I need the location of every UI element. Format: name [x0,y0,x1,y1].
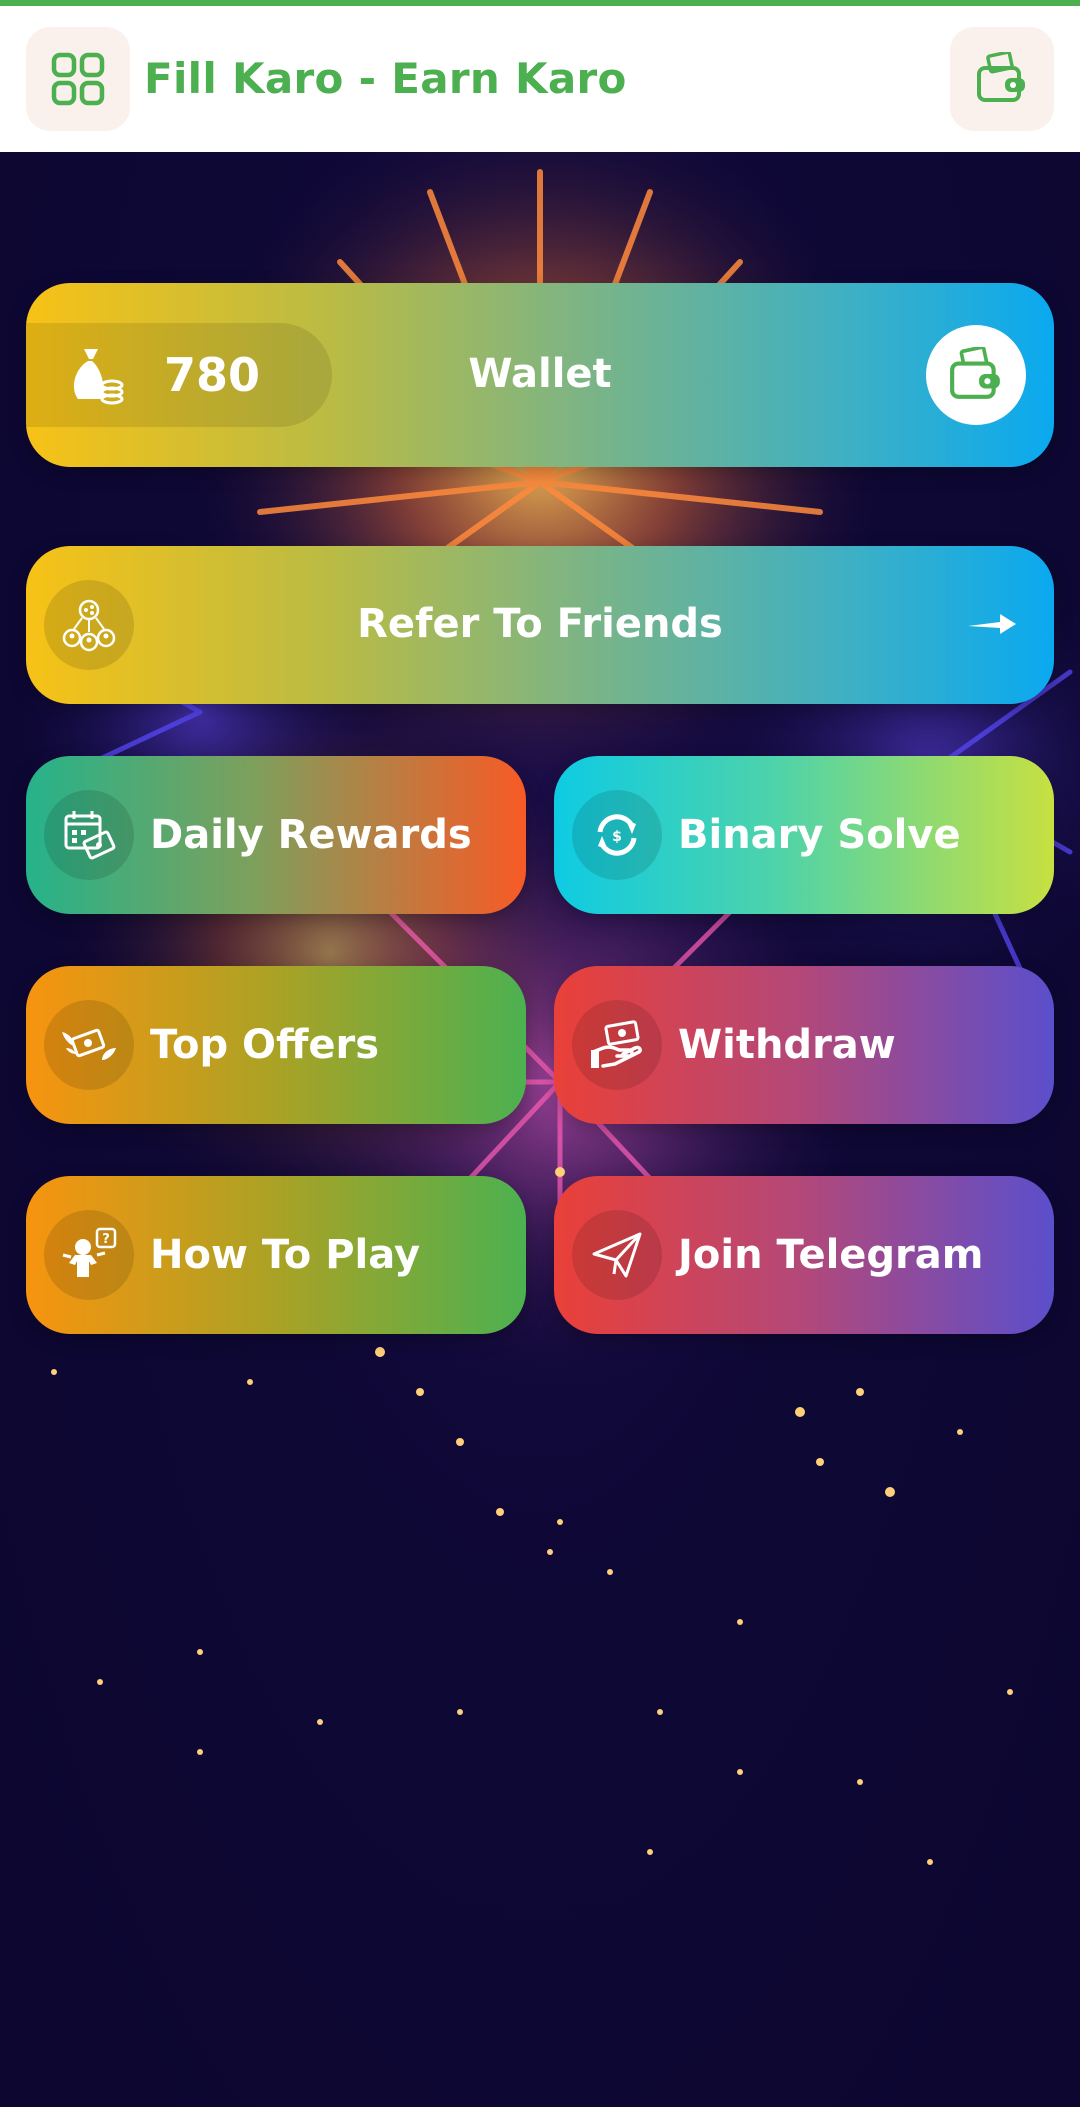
withdraw-label: Withdraw [678,1022,896,1068]
calendar-money-icon [64,811,116,860]
withdraw-tile[interactable]: Withdraw [554,966,1054,1124]
how-to-play-label: How To Play [150,1232,421,1278]
question-person-icon: ? [62,1227,117,1277]
join-telegram-label: Join Telegram [678,1232,984,1278]
daily-rewards-icon-circle [44,790,134,880]
top-offers-label: Top Offers [150,1022,380,1068]
refer-friends-label: Refer To Friends [357,601,723,647]
join-telegram-icon-circle [572,1210,662,1300]
refer-friends-card[interactable]: Refer To Friends [26,546,1054,704]
wallet-button[interactable] [926,325,1026,425]
top-offers-icon-circle [44,1000,134,1090]
cash-hand-icon [591,1020,642,1068]
how-to-play-tile[interactable]: ? How To Play [26,1176,526,1334]
how-to-play-icon-circle: ? [44,1210,134,1300]
wallet-icon [977,52,1025,102]
wallet-icon [950,347,1000,399]
withdraw-icon-circle [572,1000,662,1090]
menu-button[interactable] [26,27,130,131]
binary-solve-label: Binary Solve [678,812,961,858]
top-offers-tile[interactable]: Top Offers [26,966,526,1124]
paper-plane-icon [592,1232,642,1278]
wallet-label: Wallet [468,351,612,397]
header-wallet-button[interactable] [950,27,1054,131]
join-telegram-tile[interactable]: Join Telegram [554,1176,1054,1334]
refresh-icon: $ [597,814,637,856]
wallet-card[interactable]: 780 Wallet [26,283,1054,467]
svg-text:?: ? [102,1232,110,1247]
svg-text:$: $ [612,829,622,845]
app-bar: Fill Karo - Earn Karo [0,6,1080,152]
daily-rewards-tile[interactable]: Daily Rewards [26,756,526,914]
binary-solve-icon-circle: $ [572,790,662,880]
arrow-right-icon [968,614,1016,634]
binary-solve-tile[interactable]: $ Binary Solve [554,756,1054,914]
flying-money-icon [62,1028,116,1060]
daily-rewards-label: Daily Rewards [150,812,472,858]
app-title: Fill Karo - Earn Karo [144,54,627,103]
grid-icon [51,52,105,106]
